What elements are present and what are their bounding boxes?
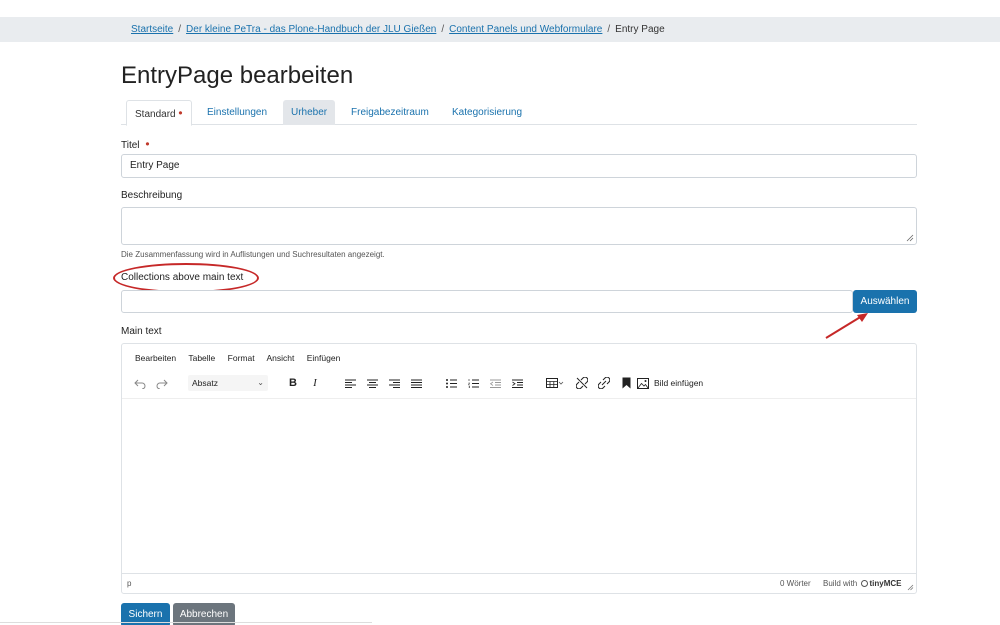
- description-label: Beschreibung: [121, 190, 183, 201]
- editor-content-area[interactable]: [122, 398, 916, 573]
- menu-ansicht[interactable]: Ansicht: [266, 353, 294, 363]
- menu-bearbeiten[interactable]: Bearbeiten: [135, 353, 176, 363]
- menu-format[interactable]: Format: [228, 353, 255, 363]
- editor-statusbar: p 0 Wörter Build with tinyMCE: [122, 573, 916, 593]
- breadcrumb-link-content-panels[interactable]: Content Panels und Webformulare: [449, 24, 602, 35]
- redo-icon[interactable]: [152, 372, 172, 394]
- indent-icon[interactable]: [507, 372, 527, 394]
- block-format-select[interactable]: Absatz ⌄: [188, 375, 268, 391]
- collections-input[interactable]: [121, 290, 853, 313]
- insert-image-label: Bild einfügen: [654, 378, 704, 388]
- unlink-icon[interactable]: [572, 372, 592, 394]
- tab-standard[interactable]: Standard •: [126, 100, 192, 126]
- link-icon[interactable]: [594, 372, 614, 394]
- tab-freigabezeitraum[interactable]: Freigabezeitraum: [343, 100, 437, 125]
- description-help-text: Die Zusammenfassung wird in Auflistungen…: [121, 250, 385, 259]
- title-label-text: Titel: [121, 140, 140, 151]
- block-format-value: Absatz: [192, 378, 218, 388]
- tab-kategorisierung[interactable]: Kategorisierung: [444, 100, 530, 125]
- numbered-list-icon[interactable]: [463, 372, 483, 394]
- editor-toolbar: Absatz ⌄ B I Bild einfügen: [122, 372, 916, 394]
- menu-tabelle[interactable]: Tabelle: [188, 353, 215, 363]
- bullet-list-icon[interactable]: [441, 372, 461, 394]
- form-tabs: Standard • Einstellungen Urheber Freigab…: [121, 100, 917, 126]
- tinymce-brand: tinyMCE: [869, 579, 902, 588]
- breadcrumb-current: Entry Page: [615, 24, 665, 35]
- image-icon: [637, 377, 649, 389]
- editor-resize-handle-icon[interactable]: [907, 584, 914, 591]
- tinymce-branding[interactable]: Build with tinyMCE: [823, 579, 901, 588]
- breadcrumb-separator: /: [178, 24, 182, 35]
- build-with-text: Build with: [823, 579, 858, 588]
- page-title: EntryPage bearbeiten: [121, 62, 354, 89]
- annotation-arrow-icon: [825, 313, 868, 339]
- chevron-down-icon: ⌄: [257, 378, 264, 387]
- tab-label: Standard: [135, 109, 176, 120]
- description-textarea[interactable]: [121, 207, 917, 245]
- required-marker: •: [178, 106, 183, 120]
- title-input[interactable]: Entry Page: [121, 154, 917, 178]
- breadcrumb-separator: /: [607, 24, 611, 35]
- breadcrumb: Startseite / Der kleine PeTra - das Plone-…: [131, 24, 665, 35]
- element-path[interactable]: p: [127, 579, 131, 588]
- breadcrumb-link-startseite[interactable]: Startseite: [131, 24, 173, 35]
- title-label: Titel •: [121, 137, 150, 151]
- breadcrumb-link-handbuch[interactable]: Der kleine PeTra - das Plone-Handbuch de…: [186, 24, 436, 35]
- page-divider: [0, 622, 372, 623]
- align-left-icon[interactable]: [340, 372, 360, 394]
- tab-urheber[interactable]: Urheber: [283, 100, 336, 125]
- tab-einstellungen[interactable]: Einstellungen: [199, 100, 275, 125]
- insert-image-button[interactable]: Bild einfügen: [637, 372, 711, 394]
- menu-einfuegen[interactable]: Einfügen: [307, 353, 341, 363]
- word-count[interactable]: 0 Wörter: [780, 579, 811, 588]
- bookmark-icon[interactable]: [616, 372, 636, 394]
- align-right-icon[interactable]: [384, 372, 404, 394]
- outdent-icon[interactable]: [485, 372, 505, 394]
- annotation-ellipse: [113, 263, 259, 293]
- editor-menubar: Bearbeiten Tabelle Format Ansicht Einfüg…: [135, 353, 350, 363]
- undo-icon[interactable]: [130, 372, 150, 394]
- resize-handle-icon[interactable]: [906, 234, 914, 242]
- tinymce-logo-icon: [861, 580, 869, 587]
- required-marker: •: [145, 137, 150, 151]
- breadcrumb-separator: /: [441, 24, 445, 35]
- align-justify-icon[interactable]: [406, 372, 426, 394]
- italic-icon[interactable]: I: [305, 372, 325, 394]
- table-icon[interactable]: [542, 372, 568, 394]
- align-center-icon[interactable]: [362, 372, 382, 394]
- rich-text-editor: Bearbeiten Tabelle Format Ansicht Einfüg…: [121, 343, 917, 594]
- bold-icon[interactable]: B: [283, 372, 303, 394]
- main-text-label: Main text: [121, 326, 162, 337]
